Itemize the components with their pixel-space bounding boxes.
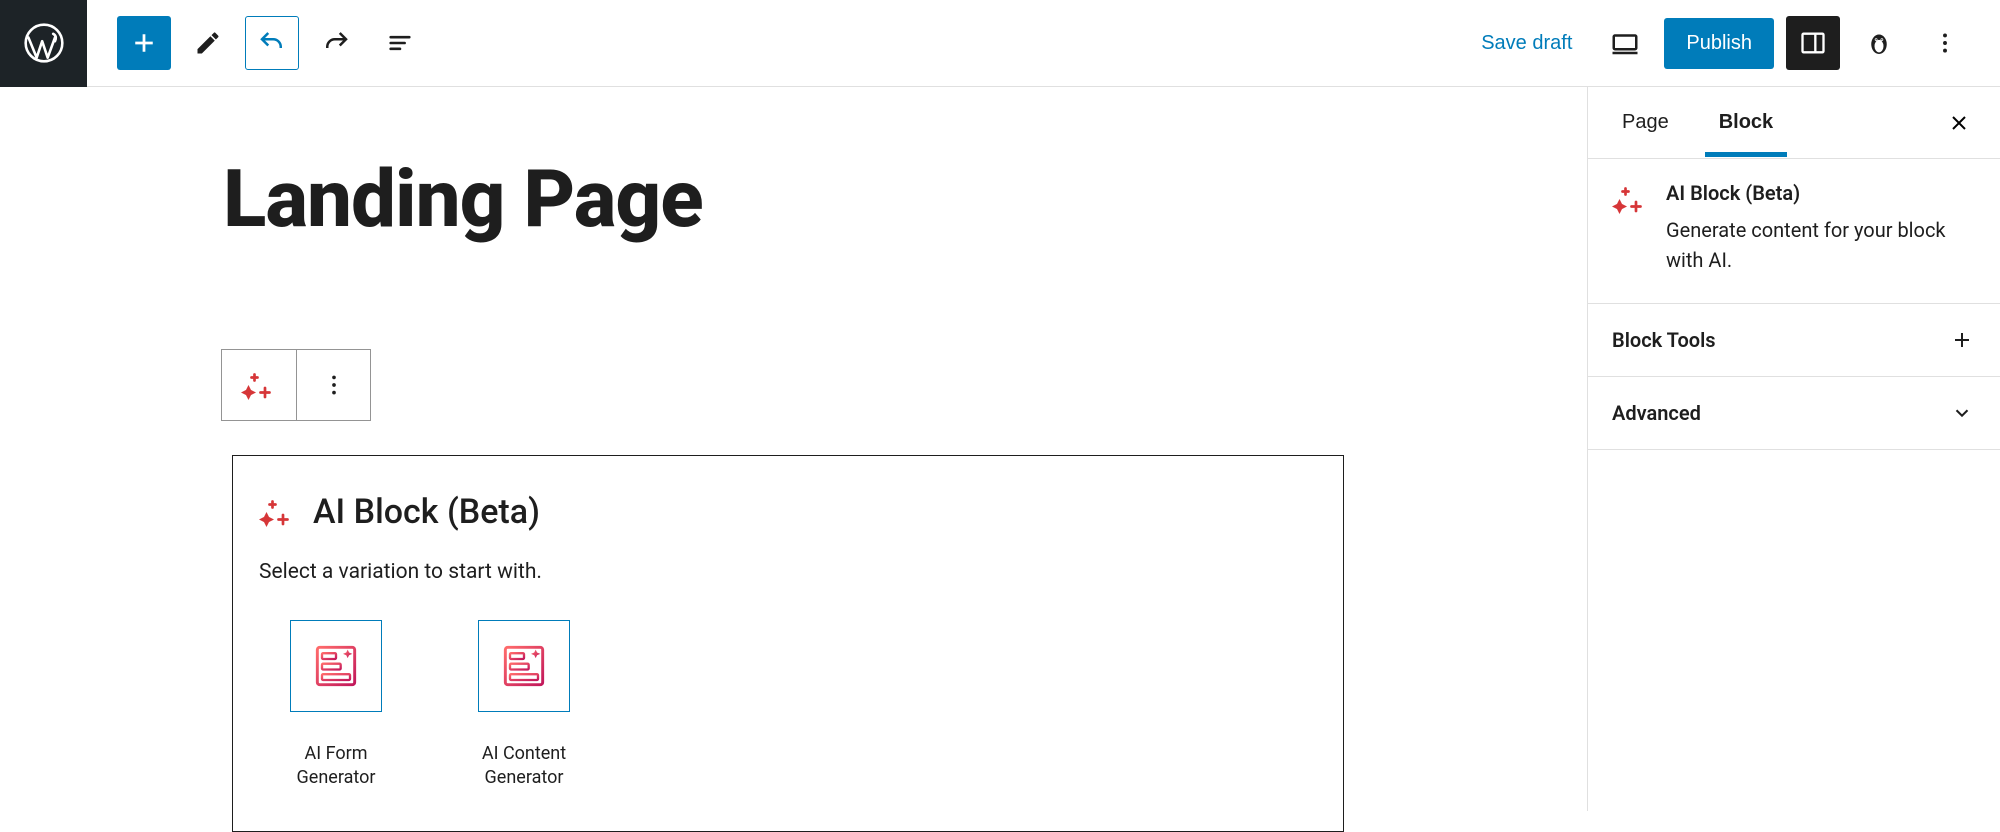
sidebar-icon bbox=[1799, 29, 1827, 57]
block-variations: AI Form Generator bbox=[259, 620, 1317, 791]
list-icon bbox=[386, 29, 414, 57]
variation-ai-form-generator[interactable]: AI Form Generator bbox=[271, 620, 401, 791]
top-toolbar: Save draft Publish bbox=[0, 0, 2000, 87]
panel-advanced[interactable]: Advanced bbox=[1588, 377, 2000, 450]
sidebar-tabs: Page Block bbox=[1588, 87, 2000, 159]
close-icon bbox=[1947, 111, 1971, 135]
preview-button[interactable] bbox=[1598, 16, 1652, 70]
document-overview-button[interactable] bbox=[373, 16, 427, 70]
ai-block-placeholder: AI Block (Beta) Select a variation to st… bbox=[232, 455, 1344, 832]
more-vertical-icon bbox=[1932, 30, 1958, 56]
more-vertical-icon bbox=[321, 372, 347, 398]
edit-tool-button[interactable] bbox=[181, 16, 235, 70]
content-generator-icon bbox=[496, 638, 552, 694]
more-options-button[interactable] bbox=[1918, 16, 1972, 70]
pencil-icon bbox=[194, 29, 222, 57]
sidebar-block-desc: Generate content for your block with AI. bbox=[1666, 215, 1976, 275]
tab-block[interactable]: Block bbox=[1707, 89, 1785, 156]
panel-expand-icon bbox=[1948, 326, 1976, 354]
plugin-button[interactable] bbox=[1852, 16, 1906, 70]
panel-block-tools[interactable]: Block Tools bbox=[1588, 304, 2000, 377]
variation-thumb bbox=[478, 620, 570, 712]
wordpress-logo[interactable] bbox=[0, 0, 87, 87]
wordpress-icon bbox=[22, 21, 66, 65]
editor-main: Landing Page AI Block (Beta) bbox=[0, 87, 2000, 811]
chevron-down-icon bbox=[1951, 402, 1973, 424]
save-draft-button[interactable]: Save draft bbox=[1467, 22, 1586, 65]
plus-icon bbox=[129, 28, 159, 58]
block-card-title: AI Block (Beta) bbox=[313, 492, 540, 532]
penguin-icon bbox=[1864, 28, 1894, 58]
panel-expand-icon bbox=[1948, 399, 1976, 427]
sidebar-close-button[interactable] bbox=[1940, 104, 1978, 142]
block-type-button[interactable] bbox=[222, 350, 296, 420]
variation-thumb bbox=[290, 620, 382, 712]
form-generator-icon bbox=[308, 638, 364, 694]
redo-button[interactable] bbox=[309, 16, 363, 70]
variation-ai-content-generator[interactable]: AI Content Generator bbox=[459, 620, 589, 791]
panel-title: Block Tools bbox=[1612, 328, 1716, 352]
publish-button[interactable]: Publish bbox=[1664, 18, 1774, 69]
variation-label: AI Form Generator bbox=[271, 742, 401, 791]
block-more-button[interactable] bbox=[296, 350, 370, 420]
undo-icon bbox=[257, 28, 287, 58]
panel-title: Advanced bbox=[1612, 401, 1701, 425]
settings-sidebar-toggle[interactable] bbox=[1786, 16, 1840, 70]
sparkles-icon bbox=[241, 367, 277, 403]
plus-icon bbox=[1950, 328, 1974, 352]
settings-sidebar: Page Block AI Block (Beta) Generate cont… bbox=[1587, 87, 2000, 811]
toolbar-left-group bbox=[87, 16, 427, 70]
add-block-button[interactable] bbox=[117, 16, 171, 70]
block-card-subtitle: Select a variation to start with. bbox=[259, 560, 1317, 584]
sidebar-block-title: AI Block (Beta) bbox=[1666, 181, 1976, 205]
tab-page[interactable]: Page bbox=[1610, 89, 1681, 156]
variation-label: AI Content Generator bbox=[459, 742, 589, 791]
block-card-header: AI Block (Beta) bbox=[259, 492, 1317, 532]
sidebar-block-info: AI Block (Beta) Generate content for you… bbox=[1588, 159, 2000, 304]
toolbar-right-group: Save draft Publish bbox=[1467, 16, 2000, 70]
sparkles-icon bbox=[1612, 181, 1648, 217]
sparkles-icon bbox=[259, 494, 295, 530]
page-title[interactable]: Landing Page bbox=[223, 157, 1587, 241]
editor-canvas[interactable]: Landing Page AI Block (Beta) bbox=[0, 87, 1587, 811]
undo-button[interactable] bbox=[245, 16, 299, 70]
redo-icon bbox=[321, 28, 351, 58]
desktop-icon bbox=[1610, 28, 1640, 58]
block-floating-toolbar bbox=[221, 349, 371, 421]
